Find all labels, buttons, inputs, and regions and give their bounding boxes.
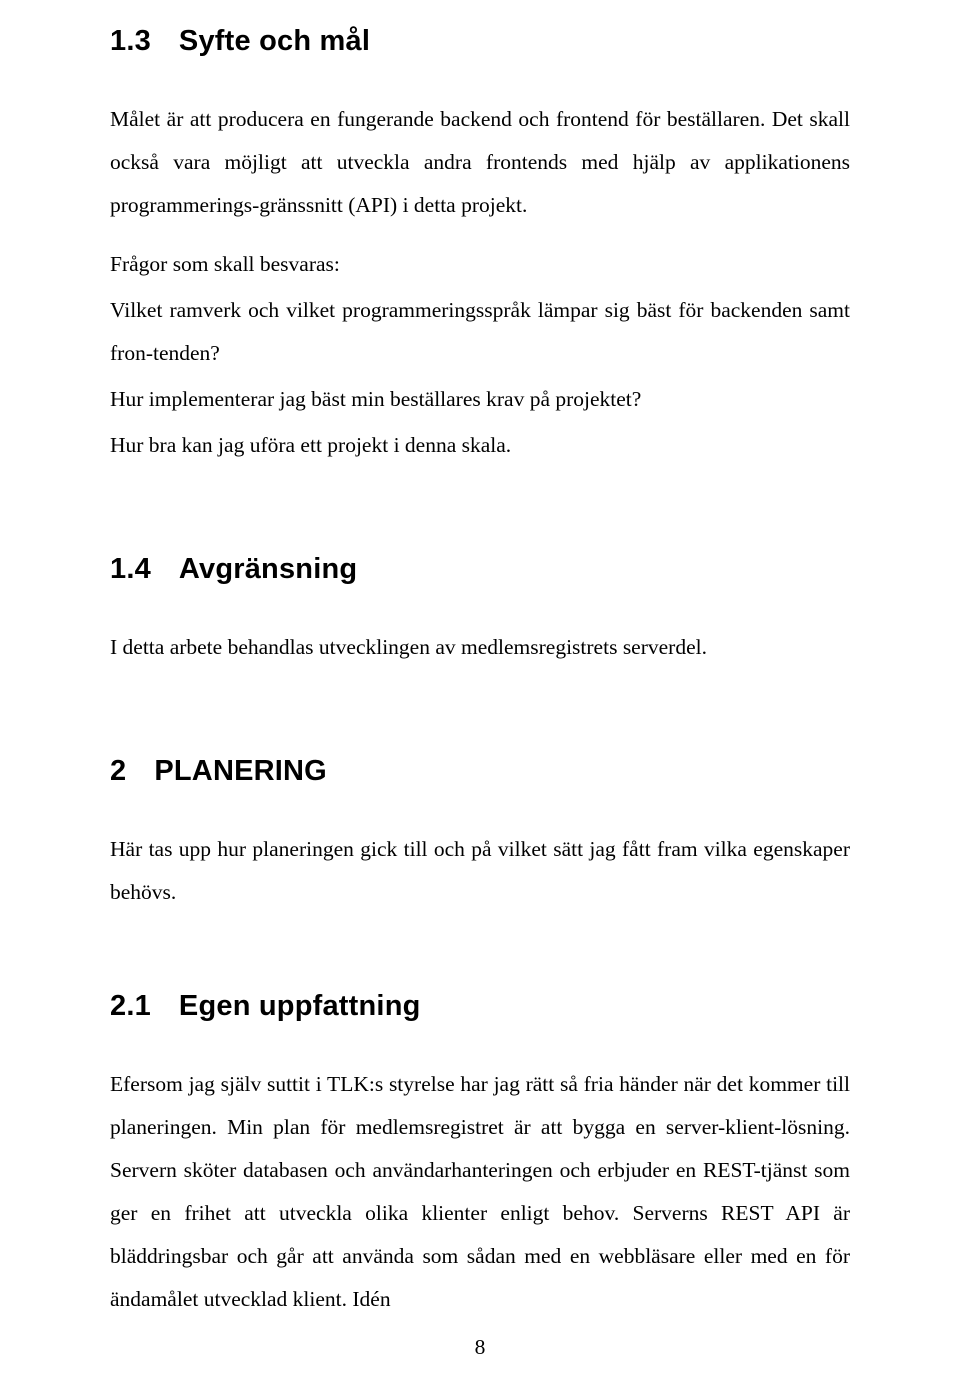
question-lead: Frågor som skall besvaras: [110,243,850,286]
heading-number: 2.1 [110,990,151,1022]
page-number: 8 [0,1335,960,1360]
document-page: 1.3 Syfte och mål Målet är att producera … [0,0,960,1392]
paragraph: I detta arbete behandlas utvecklingen av… [110,626,850,669]
heading-title: Egen uppfattning [179,990,421,1022]
question-item: Vilket ramverk och vilket programmerings… [110,289,850,375]
spacer [110,914,850,990]
heading-number: 1.3 [110,25,151,57]
question-item: Hur implementerar jag bäst min beställar… [110,378,850,421]
heading-number: 1.4 [110,553,151,585]
paragraph: Målet är att producera en fungerande bac… [110,98,850,227]
spacer [110,467,850,553]
heading-1-4: 1.4 Avgränsning [110,553,850,586]
heading-1-3: 1.3 Syfte och mål [110,25,850,58]
heading-title: Syfte och mål [179,25,370,57]
heading-2-1: 2.1 Egen uppfattning [110,990,850,1023]
question-item: Hur bra kan jag uföra ett projekt i denn… [110,424,850,467]
paragraph: Här tas upp hur planeringen gick till oc… [110,828,850,914]
heading-title: PLANERING [154,755,327,787]
heading-title: Avgränsning [179,553,357,585]
heading-2: 2 PLANERING [110,755,850,788]
heading-number: 2 [110,755,126,787]
spacer [110,669,850,755]
paragraph: Efersom jag själv suttit i TLK:s styrels… [110,1063,850,1321]
